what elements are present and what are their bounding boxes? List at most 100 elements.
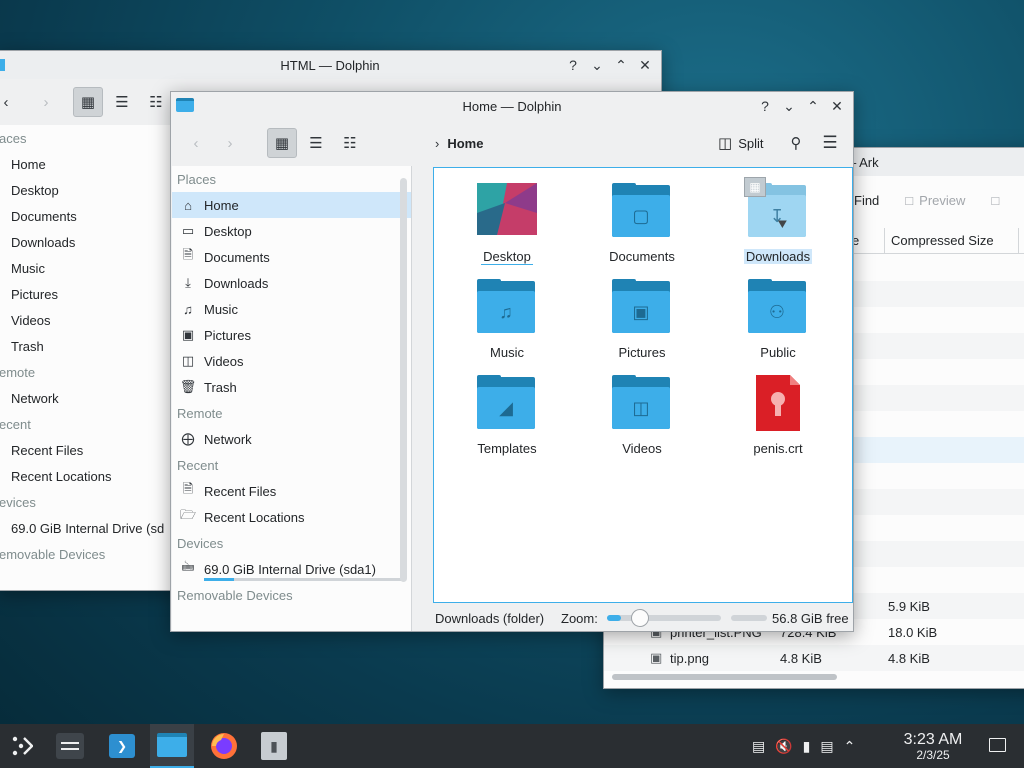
removable-heading: emovable Devices — [0, 546, 106, 562]
remote-heading: emote — [0, 364, 36, 380]
digital-clock[interactable]: 3:23 AM 2/3/25 — [896, 731, 970, 762]
file-item-desktop[interactable]: Desktop — [452, 183, 562, 265]
sidebar-item-recent-locations[interactable]: 🗁 Recent Locations — [172, 504, 411, 530]
file-item-videos[interactable]: ◫ Videos — [587, 375, 697, 456]
sidebar-scrollbar[interactable] — [400, 178, 407, 582]
open-icon[interactable]: □ — [991, 193, 999, 208]
table-row[interactable]: ▣ tip.png 4.8 KiB 4.8 KiB — [604, 645, 1024, 671]
taskbar: ❯ ▮ ▤ 🔇 ▮ ▤ ⌃ 3:23 AM 2/3/25 — [0, 724, 1024, 768]
main-dolphin-window[interactable]: Home — Dolphin ? ⌄ ⌃ ✕ ‹ › ▦ ☰ ☷ › Home … — [170, 91, 854, 632]
back-sidebar-item-drive[interactable]: 69.0 GiB Internal Drive (sd — [0, 515, 171, 541]
preview-button[interactable]: □ Preview — [905, 193, 965, 208]
ark-task[interactable]: ▮ — [252, 724, 296, 768]
select-toggle-icon[interactable]: ▦ — [744, 177, 766, 197]
file-item-music[interactable]: ♫ Music — [452, 279, 562, 360]
sidebar-item-internal-drive[interactable]: 🖮 69.0 GiB Internal Drive (sda1) — [172, 556, 411, 582]
sidebar-item-label: 69.0 GiB Internal Drive (sda1) — [204, 561, 376, 577]
details-view-icon[interactable]: ☷ — [141, 87, 171, 117]
dolphin-task[interactable] — [150, 724, 194, 768]
file-view[interactable]: Desktop ▢ Documents ↧ ▦ ⯆ Downloads ♫ Mu… — [433, 167, 853, 603]
maximize-icon[interactable]: ⌃ — [611, 55, 631, 75]
application-launcher-button[interactable] — [0, 724, 44, 768]
back-window-titlebar[interactable]: HTML — Dolphin ? ⌄ ⌃ ✕ — [0, 51, 661, 79]
sidebar-item-music[interactable]: ♫ Music — [172, 296, 411, 322]
help-icon[interactable]: ? — [755, 96, 775, 116]
sidebar-item-downloads[interactable]: ⤓ Downloads — [172, 270, 411, 296]
back-sidebar-item-home[interactable]: Home — [0, 151, 171, 177]
ark-horizontal-scrollbar[interactable] — [612, 674, 837, 680]
compact-view-icon[interactable]: ☰ — [301, 128, 331, 158]
sidebar-item-recent-files[interactable]: 🗎 Recent Files — [172, 478, 411, 504]
forward-icon[interactable]: › — [31, 87, 61, 117]
file-item-certificate[interactable]: penis.crt — [723, 375, 833, 456]
file-item-public[interactable]: ⚇ Public — [723, 279, 833, 360]
dolphin-folder-icon — [157, 733, 187, 757]
compact-view-icon[interactable]: ☰ — [107, 87, 137, 117]
free-space-label: 56.8 GiB free — [772, 610, 849, 626]
file-item-documents[interactable]: ▢ Documents — [587, 183, 697, 264]
maximize-icon[interactable]: ⌃ — [803, 96, 823, 116]
system-settings-task[interactable] — [48, 724, 92, 768]
close-icon[interactable]: ✕ — [635, 55, 655, 75]
show-desktop-icon[interactable] — [989, 738, 1006, 752]
sidebar-item-pictures[interactable]: ▣ Pictures — [172, 322, 411, 348]
downloads-icon: ⤓ — [185, 275, 191, 290]
file-name: Templates — [477, 441, 537, 456]
chevron-up-icon[interactable]: ⌃ — [844, 738, 856, 755]
split-button[interactable]: ◫ Split — [718, 128, 763, 158]
sidebar-item-documents[interactable]: 🗎 Documents — [172, 244, 411, 270]
file-name: Downloads — [743, 249, 813, 264]
icons-view-icon[interactable]: ▦ — [267, 128, 297, 158]
zoom-slider-handle[interactable] — [631, 609, 649, 627]
sidebar-item-videos[interactable]: ◫ Videos — [172, 348, 411, 374]
back-sidebar-item-documents[interactable]: Documents — [0, 203, 171, 229]
search-icon[interactable]: ⚲ — [781, 128, 811, 158]
back-sidebar-item-pictures[interactable]: Pictures — [0, 281, 171, 307]
minimize-icon[interactable]: ⌄ — [779, 96, 799, 116]
remote-heading: Remote — [177, 405, 223, 421]
minimize-icon[interactable]: ⌄ — [587, 55, 607, 75]
back-sidebar-item-downloads[interactable]: Downloads — [0, 229, 171, 255]
zoom-slider[interactable] — [607, 609, 721, 627]
breadcrumb-home[interactable]: Home — [447, 136, 483, 151]
firefox-task[interactable] — [202, 724, 246, 768]
find-button[interactable]: Find — [854, 193, 879, 208]
file-name: Music — [490, 345, 524, 360]
sidebar-item-home[interactable]: ⌂ Home — [172, 192, 411, 218]
sidebar-item-network[interactable]: ⨁ Network — [172, 426, 411, 452]
firefox-icon — [211, 733, 237, 759]
back-sidebar-item-desktop[interactable]: Desktop — [0, 177, 171, 203]
file-item-downloads[interactable]: ↧ ▦ ⯆ Downloads — [723, 177, 833, 264]
battery-icon[interactable]: ▮ — [803, 738, 811, 755]
main-window-titlebar[interactable]: Home — Dolphin ? ⌄ ⌃ ✕ — [171, 92, 853, 120]
back-sidebar-item-music[interactable]: Music — [0, 255, 171, 281]
clipboard-icon[interactable]: ▤ — [752, 738, 765, 755]
close-icon[interactable]: ✕ — [827, 96, 847, 116]
network-status-icon[interactable]: ▤ — [820, 738, 833, 755]
compressed-size-column-header[interactable]: Compressed Size — [891, 233, 994, 248]
help-icon[interactable]: ? — [563, 55, 583, 75]
back-icon[interactable]: ‹ — [0, 87, 13, 117]
icons-view-icon[interactable]: ▦ — [73, 87, 103, 117]
sidebar-item-desktop[interactable]: ▭ Desktop — [172, 218, 411, 244]
forward-icon[interactable]: › — [215, 128, 245, 158]
discover-task[interactable]: ❯ — [100, 724, 144, 768]
back-sidebar-item-recent-files[interactable]: Recent Files — [0, 437, 171, 463]
clock-date: 2/3/25 — [916, 748, 950, 762]
back-icon[interactable]: ‹ — [181, 128, 211, 158]
breadcrumb[interactable]: › Home — [435, 120, 483, 166]
file-item-templates[interactable]: ◢ Templates — [452, 375, 562, 456]
hamburger-menu-icon[interactable]: ☰ — [815, 128, 845, 158]
desktop-folder-icon — [477, 183, 537, 239]
dolphin-app-icon — [0, 59, 5, 71]
back-sidebar-item-videos[interactable]: Videos — [0, 307, 171, 333]
file-name: Desktop — [481, 249, 533, 265]
back-sidebar-item-trash[interactable]: Trash — [0, 333, 171, 359]
back-sidebar-item-network[interactable]: Network — [0, 385, 171, 411]
file-name: penis.crt — [753, 441, 803, 456]
sidebar-item-trash[interactable]: 🗑 Trash — [172, 374, 411, 400]
details-view-icon[interactable]: ☷ — [335, 128, 365, 158]
volume-muted-icon[interactable]: 🔇 — [775, 738, 792, 755]
back-sidebar-item-recent-locations[interactable]: Recent Locations — [0, 463, 171, 489]
file-item-pictures[interactable]: ▣ Pictures — [587, 279, 697, 360]
